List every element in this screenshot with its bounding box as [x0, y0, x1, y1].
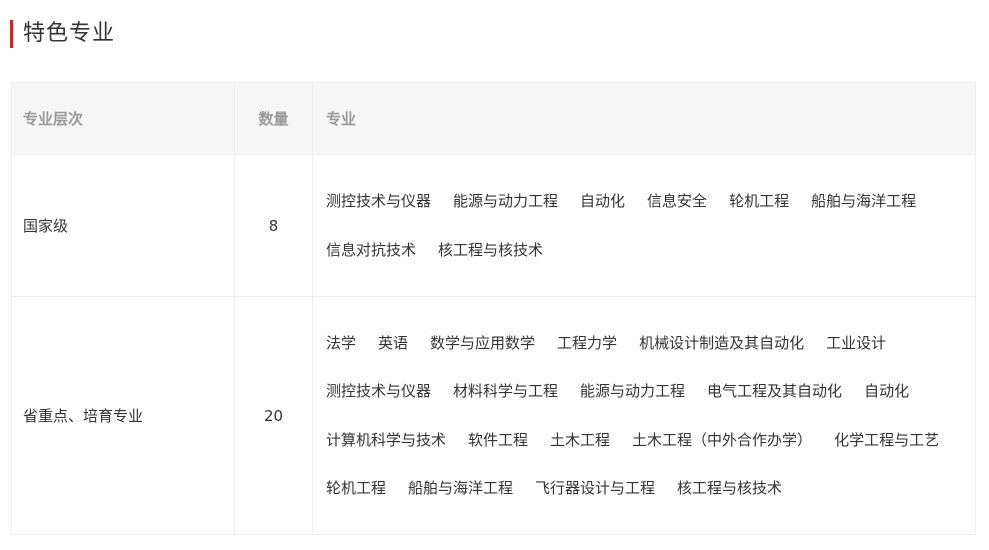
major-item: 自动化 — [864, 382, 910, 400]
major-item: 船舶与海洋工程 — [811, 192, 917, 210]
major-item: 英语 — [378, 333, 409, 352]
major-item: 信息对抗技术 — [326, 240, 417, 259]
major-item: 能源与动力工程 — [453, 192, 559, 210]
major-item: 飞行器设计与工程 — [535, 479, 656, 497]
major-item: 软件工程 — [468, 430, 529, 449]
major-list: 法学 英语 数学与应用数学 工程力学 机械设计制造及其自动化 工业设计测控技术与仪器 材料科… — [326, 319, 975, 513]
major-item: 材料科学与工程 — [453, 382, 559, 400]
major-item: 轮机工程 — [729, 192, 790, 210]
count-cell: 8 — [234, 154, 313, 297]
major-item: 船舶与海洋工程 — [408, 479, 514, 497]
header-count: 数量 — [234, 82, 313, 155]
title-accent-bar — [10, 20, 13, 48]
major-item: 数学与应用数学 — [430, 333, 536, 352]
section-header: 特色专业 — [10, 20, 115, 48]
level-cell: 国家级 — [11, 154, 235, 297]
major-item: 信息安全 — [647, 192, 708, 210]
majors-table: 专业层次 数量 专业 国家级 8 测控技术与仪器 能源与动力工程 自动化 信息安全 轮机… — [11, 82, 976, 535]
majors-cell: 法学 英语 数学与应用数学 工程力学 机械设计制造及其自动化 工业设计测控技术与仪器 材料科… — [312, 296, 976, 535]
major-item: 轮机工程 — [326, 479, 387, 497]
major-item: 核工程与核技术 — [438, 240, 544, 259]
table-header-row: 专业层次 数量 专业 — [11, 82, 976, 155]
major-item: 电气工程及其自动化 — [707, 382, 843, 400]
major-item: 化学工程与工艺 — [834, 430, 940, 449]
major-item: 测控技术与仪器 — [326, 382, 432, 400]
major-item: 工程力学 — [557, 333, 618, 352]
count-cell: 20 — [234, 296, 313, 535]
majors-cell: 测控技术与仪器 能源与动力工程 自动化 信息安全 轮机工程 船舶与海洋工程信息对抗技术 核工… — [312, 154, 976, 297]
major-item: 测控技术与仪器 — [326, 192, 432, 210]
major-item: 机械设计制造及其自动化 — [639, 333, 805, 352]
major-list: 测控技术与仪器 能源与动力工程 自动化 信息安全 轮机工程 船舶与海洋工程信息对抗技术 核工… — [326, 177, 975, 274]
section-title: 特色专业 — [23, 21, 116, 46]
table-row: 省重点、培育专业 20 法学 英语 数学与应用数学 工程力学 机械设计制造及其自动化 工业… — [11, 296, 976, 535]
major-item: 工业设计 — [826, 333, 887, 352]
major-item: 能源与动力工程 — [580, 382, 686, 400]
level-cell: 省重点、培育专业 — [11, 296, 235, 535]
major-item: 土木工程 — [550, 430, 611, 449]
major-item: 土木工程（中外合作办学） — [632, 430, 813, 449]
header-majors: 专业 — [312, 82, 976, 155]
header-level: 专业层次 — [11, 82, 235, 155]
major-item: 自动化 — [580, 192, 626, 210]
major-item: 核工程与核技术 — [677, 479, 783, 497]
major-item: 法学 — [326, 333, 357, 352]
major-item: 计算机科学与技术 — [326, 430, 447, 449]
table-row: 国家级 8 测控技术与仪器 能源与动力工程 自动化 信息安全 轮机工程 船舶与海洋工程信息… — [11, 154, 976, 297]
featured-majors-page: 特色专业 专业层次 数量 专业 国家级 8 测控技术与仪器 能源与动力工程 自动化信… — [0, 0, 989, 550]
